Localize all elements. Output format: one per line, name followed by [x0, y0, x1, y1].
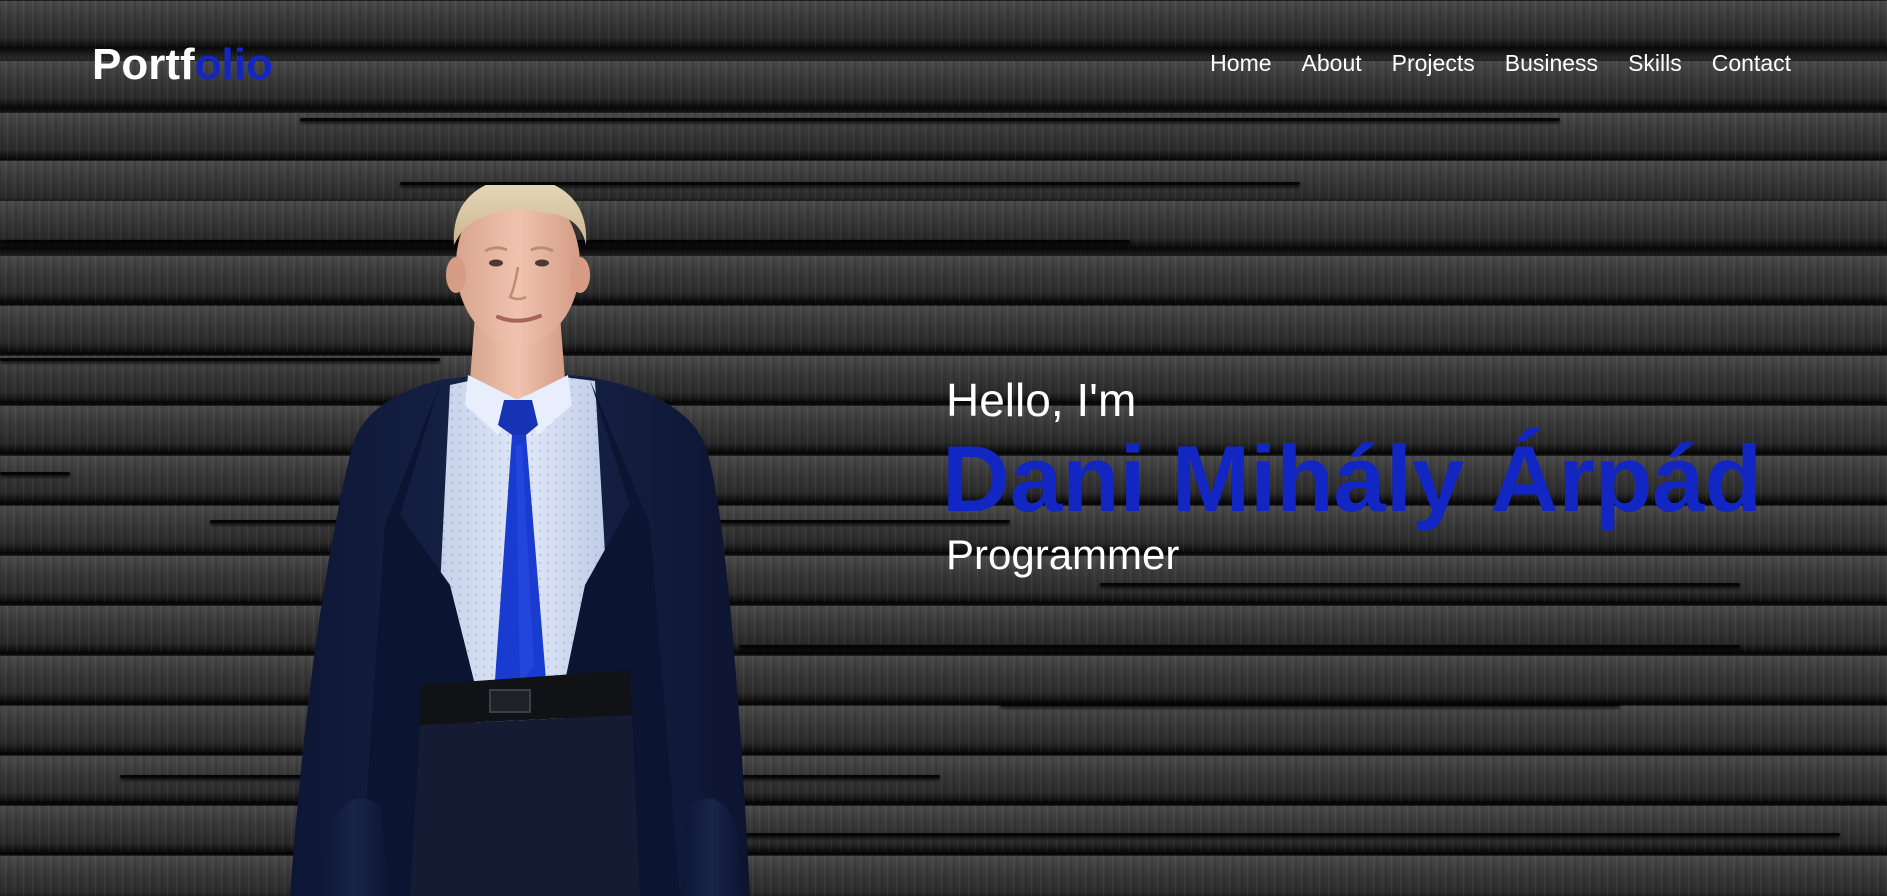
nav-link-contact[interactable]: Contact [1712, 48, 1791, 78]
hero-text: Hello, I'm Dani Mihály Árpád Programmer [942, 370, 1762, 582]
nav-link-business[interactable]: Business [1505, 48, 1598, 78]
nav-link-skills[interactable]: Skills [1628, 48, 1682, 78]
navbar: Portfolio Home About Projects Business S… [0, 0, 1887, 130]
logo-text-primary: Portf [92, 40, 195, 89]
nav-menu: Home About Projects Business Skills Cont… [1180, 48, 1791, 78]
nav-link-home[interactable]: Home [1210, 48, 1271, 78]
greeting-text: Hello, I'm [946, 374, 1137, 426]
hero-role: Programmer [946, 531, 1180, 578]
logo[interactable]: Portfolio [92, 40, 273, 90]
nav-link-projects[interactable]: Projects [1392, 48, 1475, 78]
logo-text-accent: olio [194, 40, 273, 89]
hero-section: Portfolio Home About Projects Business S… [0, 0, 1887, 896]
hero-name: Dani Mihály Árpád [942, 426, 1763, 531]
profile-photo [290, 185, 750, 896]
nav-link-about[interactable]: About [1302, 48, 1362, 78]
